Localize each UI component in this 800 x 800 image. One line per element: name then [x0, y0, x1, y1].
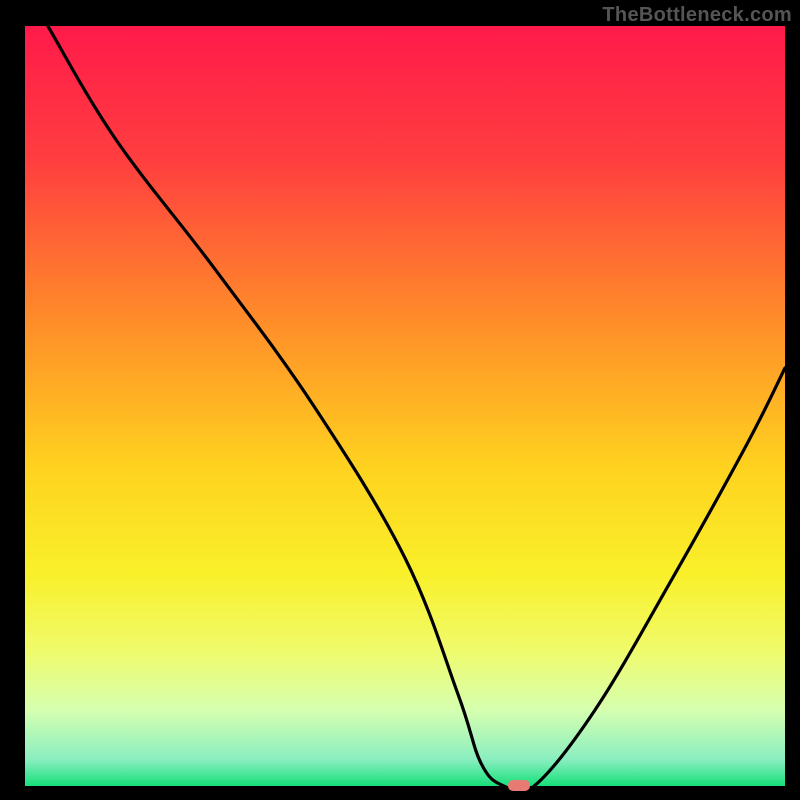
plot-background [25, 26, 785, 786]
chart-container: TheBottleneck.com [0, 0, 800, 800]
bottleneck-chart [0, 0, 800, 800]
watermark-text: TheBottleneck.com [602, 4, 792, 27]
optimal-marker [508, 780, 530, 791]
